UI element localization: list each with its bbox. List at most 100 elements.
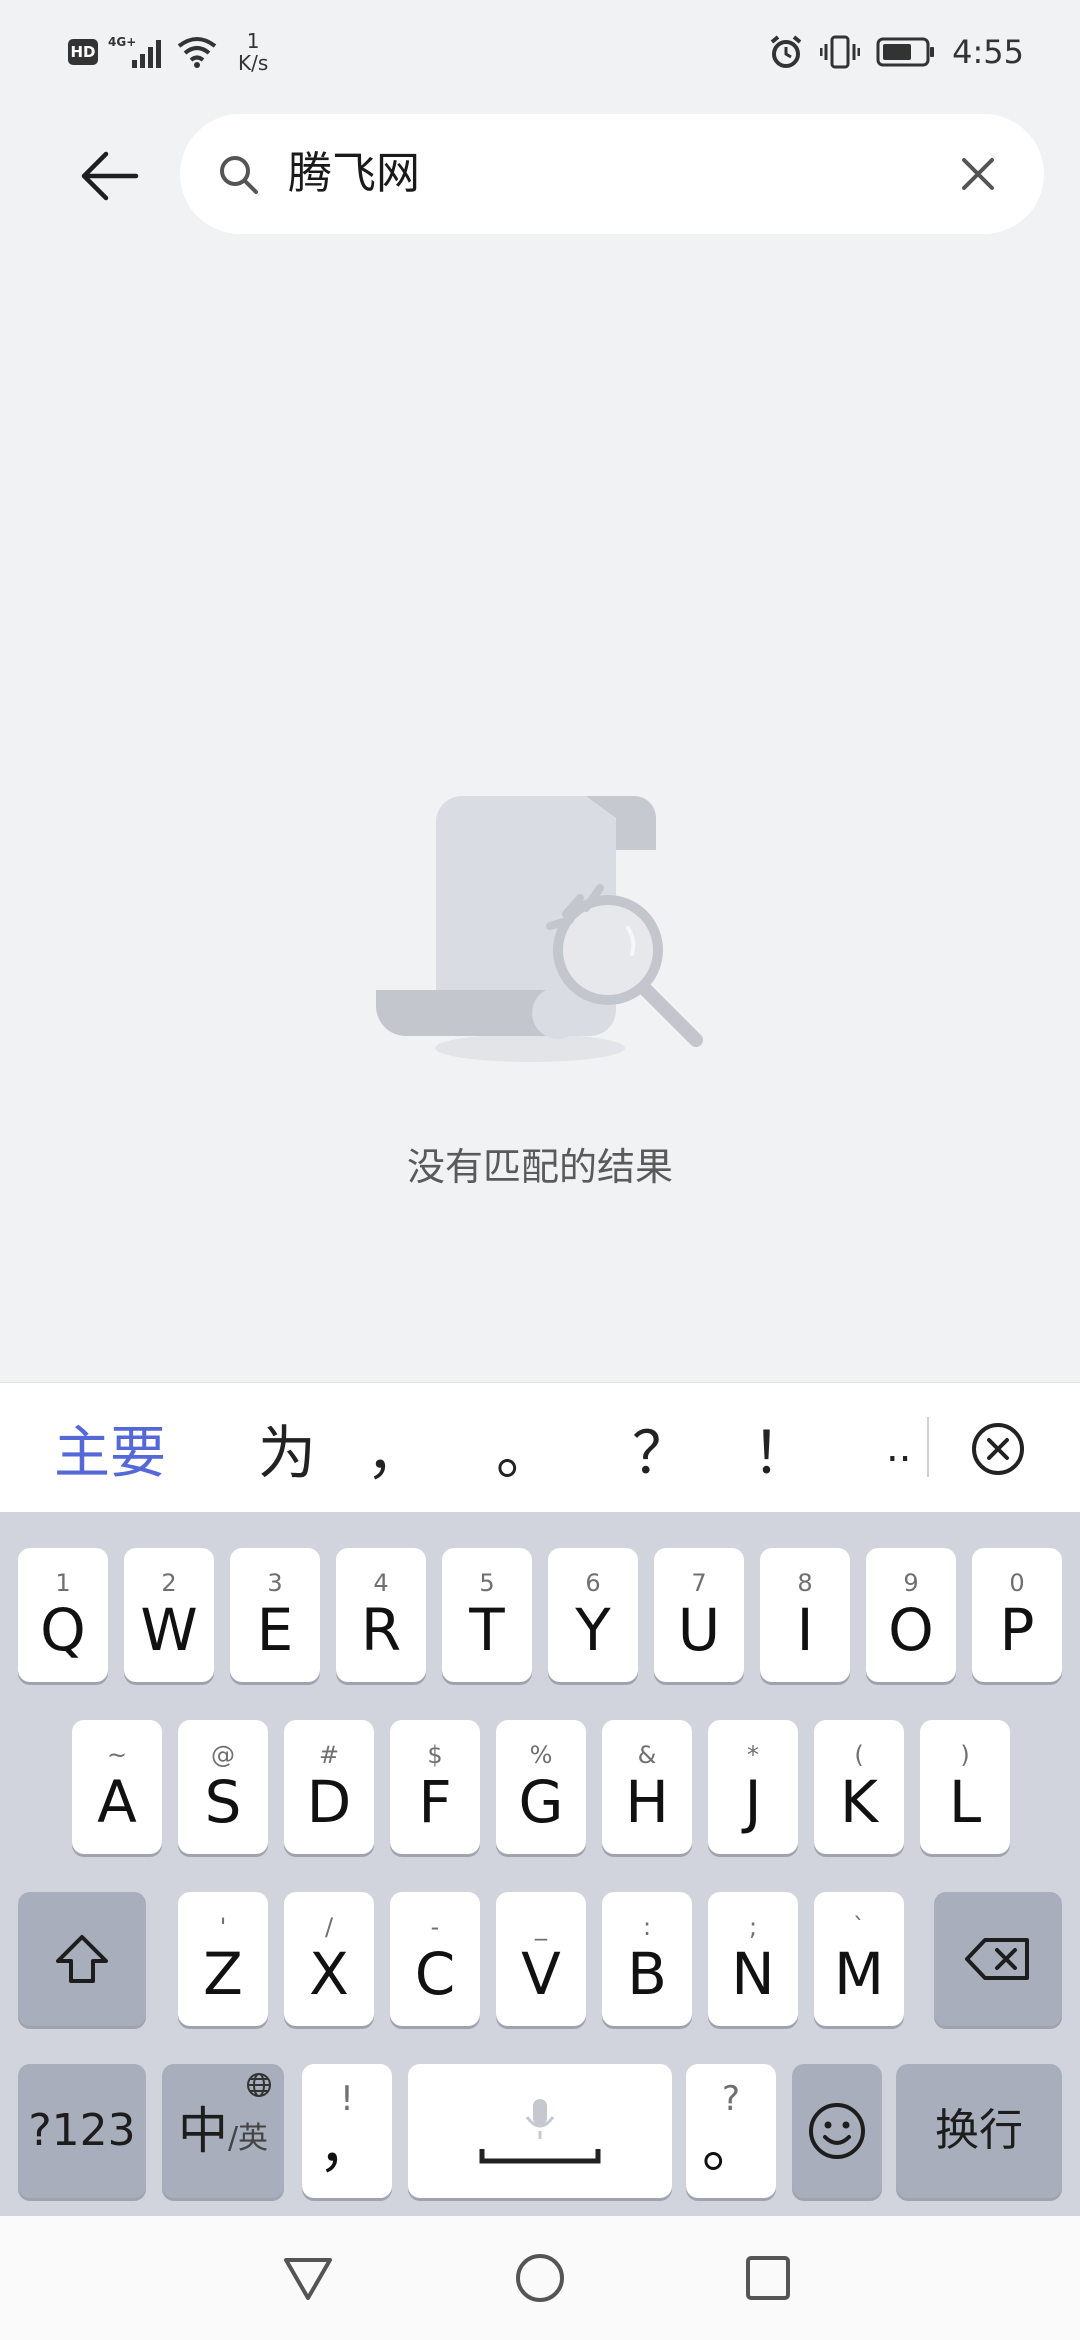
key-label: A [97, 1768, 137, 1836]
key-j[interactable]: * J [708, 1720, 798, 1854]
key-n[interactable]: ; N [708, 1892, 798, 2026]
key-label: I [796, 1596, 814, 1664]
candidate-item[interactable]: ， [366, 1383, 424, 1513]
candidate-item[interactable]: 。 [496, 1383, 554, 1513]
key-sub-label: & [637, 1741, 657, 1769]
key-sub-label: 1 [55, 1569, 71, 1597]
key-h[interactable]: & H [602, 1720, 692, 1854]
key-sub-label: 7 [691, 1569, 707, 1597]
key-v[interactable]: _ V [496, 1892, 586, 2026]
key-sub-label: # [318, 1741, 340, 1769]
close-keyboard-icon[interactable] [970, 1421, 1026, 1477]
backspace-key[interactable] [934, 1892, 1062, 2026]
backspace-icon [965, 1938, 1029, 1980]
microphone-icon [525, 2099, 555, 2139]
key-sub-label: 6 [585, 1569, 601, 1597]
key-k[interactable]: (K [814, 1720, 904, 1854]
key-e[interactable]: 3E [230, 1548, 320, 1682]
candidate-main[interactable]: 主要 [54, 1383, 166, 1513]
key-label: V [521, 1940, 561, 2008]
key-label: 。 [701, 2112, 760, 2180]
navigation-bar [0, 2216, 1080, 2340]
key-y[interactable]: 6Y [548, 1548, 638, 1682]
emoji-key[interactable] [792, 2064, 882, 2198]
key-a[interactable]: ~ A [72, 1720, 162, 1854]
key-label: U [677, 1596, 721, 1664]
key-sub-label: : [642, 1913, 652, 1941]
key-u[interactable]: 7U [654, 1548, 744, 1682]
key-sub-label: ` [853, 1913, 865, 1941]
back-triangle-icon[interactable] [282, 2254, 334, 2302]
key-d[interactable]: # D [284, 1720, 374, 1854]
key-q[interactable]: 1Q [18, 1548, 108, 1682]
key-g[interactable]: % G [496, 1720, 586, 1854]
key-sub-label: ( [854, 1741, 864, 1769]
key-sub-label: 9 [903, 1569, 919, 1597]
key-sub-label: _ [535, 1913, 547, 1941]
key-sub-label: ' [219, 1913, 227, 1941]
key-s[interactable]: @ S [178, 1720, 268, 1854]
key-c[interactable]: -C [390, 1892, 480, 2026]
search-bar[interactable]: 腾飞网 [180, 114, 1044, 234]
language-switch-key[interactable]: 中 /英 [162, 2064, 284, 2198]
battery-icon [876, 37, 935, 67]
space-bar-icon [479, 2149, 601, 2164]
symbols-key[interactable]: ?123 [18, 2064, 146, 2198]
key-sub-label: 2 [161, 1569, 177, 1597]
status-right: 4:55 [768, 22, 1024, 82]
candidate-item[interactable]: ？ [632, 1383, 690, 1513]
key-l[interactable]: ) L [920, 1720, 1010, 1854]
key-label: ?123 [28, 2105, 136, 2156]
shift-key[interactable] [18, 1892, 146, 2026]
globe-icon [247, 2073, 271, 2097]
key-label: L [948, 1768, 982, 1836]
key-sub-label: ! [340, 2079, 354, 2119]
key-sub-label: 0 [1009, 1569, 1025, 1597]
key-label: R [360, 1596, 402, 1664]
key-t[interactable]: 5T [442, 1548, 532, 1682]
emoji-icon [809, 2103, 865, 2159]
period-key[interactable]: ?。 [686, 2064, 776, 2198]
key-label: F [418, 1768, 452, 1836]
key-f[interactable]: $ F [390, 1720, 480, 1854]
key-sub-label: $ [427, 1741, 443, 1769]
space-key[interactable] [408, 2064, 672, 2198]
key-label: X [309, 1940, 349, 2008]
candidate-more[interactable]: .. [886, 1383, 911, 1513]
search-input[interactable]: 腾飞网 [288, 142, 420, 206]
recents-square-icon[interactable] [744, 2254, 792, 2302]
key-label: K [839, 1768, 879, 1836]
key-sub-label: ) [960, 1741, 970, 1769]
clock: 4:55 [952, 33, 1024, 71]
home-circle-icon[interactable] [514, 2252, 566, 2304]
key-label: C [414, 1940, 456, 2008]
close-icon [962, 158, 994, 190]
back-button[interactable] [62, 128, 158, 224]
key-sub-label: 3 [267, 1569, 283, 1597]
clear-search-button[interactable] [950, 146, 1006, 202]
key-x[interactable]: / X [284, 1892, 374, 2026]
key-p[interactable]: 0P [972, 1548, 1062, 1682]
key-o[interactable]: 9O [866, 1548, 956, 1682]
key-i[interactable]: 8I [760, 1548, 850, 1682]
candidate-divider [927, 1417, 929, 1477]
key-sub-label: ~ [106, 1741, 128, 1769]
key-sub-label: 8 [797, 1569, 813, 1597]
enter-key[interactable]: 换行 [896, 2064, 1062, 2198]
key-r[interactable]: 4R [336, 1548, 426, 1682]
hd-badge: HD [68, 39, 98, 65]
key-label: G [518, 1768, 564, 1836]
comma-key[interactable]: !， [302, 2064, 392, 2198]
key-b[interactable]: :B [602, 1892, 692, 2026]
key-z[interactable]: ' Z [178, 1892, 268, 2026]
key-label: N [731, 1940, 775, 2008]
key-sub-label: 4 [373, 1569, 389, 1597]
key-m[interactable]: ` M [814, 1892, 904, 2026]
key-label: P [999, 1596, 1035, 1664]
key-w[interactable]: 2W [124, 1548, 214, 1682]
key-sub-label: - [430, 1913, 440, 1941]
key-label: O [888, 1596, 934, 1664]
key-label: B [627, 1940, 667, 2008]
candidate-item[interactable]: 为 [258, 1383, 316, 1513]
candidate-item[interactable]: ！ [752, 1383, 810, 1513]
